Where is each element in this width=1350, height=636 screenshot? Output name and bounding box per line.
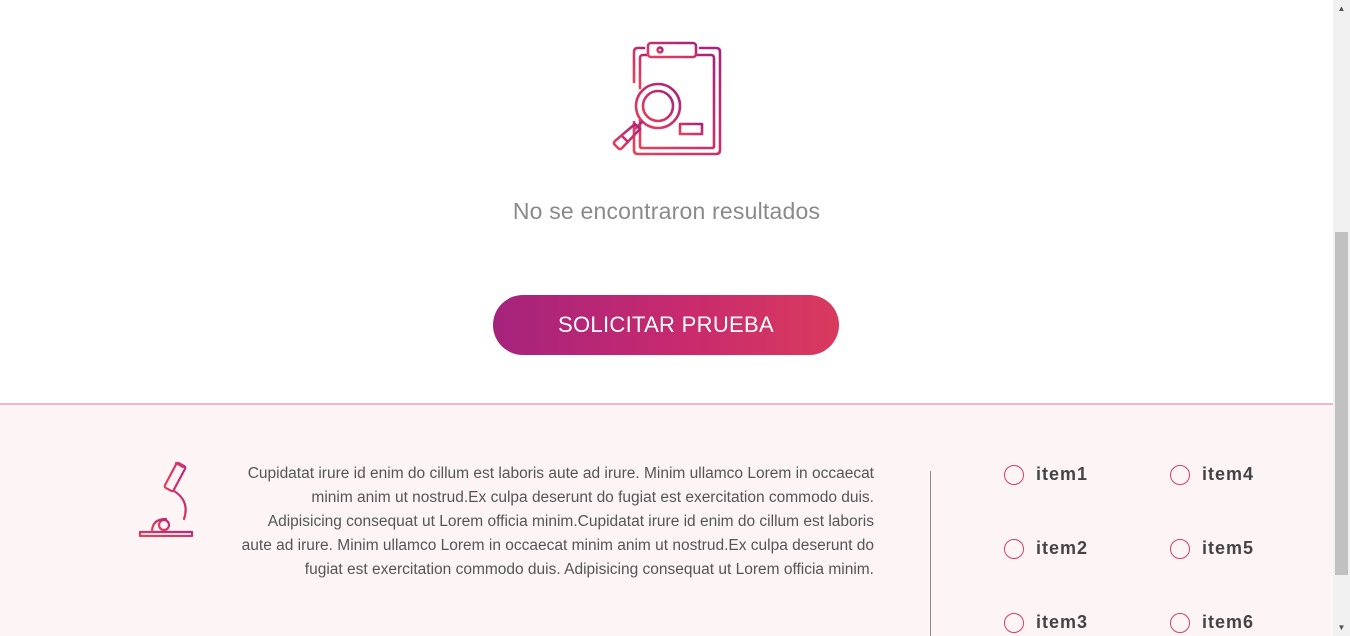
empty-state: No se encontraron resultados SOLICITAR P… (0, 0, 1333, 404)
vertical-separator (930, 471, 931, 636)
radio-button[interactable] (1170, 538, 1190, 559)
page: No se encontraron resultados SOLICITAR P… (0, 0, 1350, 636)
option-item6[interactable]: item6 (1170, 612, 1254, 633)
scroll-down-arrow-icon[interactable]: ▼ (1333, 619, 1350, 636)
scrollbar-thumb[interactable] (1335, 232, 1348, 575)
footer-description: Cupidatat irure id enim do cillum est la… (241, 465, 874, 578)
option-label: item3 (1036, 612, 1089, 632)
clipboard-search-icon (612, 41, 722, 156)
option-item5[interactable]: item5 (1170, 538, 1254, 559)
option-item4[interactable]: item4 (1170, 464, 1254, 485)
option-label: item1 (1036, 464, 1089, 484)
radio-button[interactable] (1170, 464, 1190, 485)
option-label: item6 (1202, 612, 1255, 632)
radio-button[interactable] (1004, 612, 1024, 633)
vertical-scrollbar[interactable]: ▲ ▼ (1333, 0, 1350, 636)
microscope-icon (138, 461, 194, 537)
option-item1[interactable]: item1 (1004, 464, 1088, 485)
main-content: No se encontraron resultados SOLICITAR P… (0, 0, 1333, 636)
option-item3[interactable]: item3 (1004, 612, 1088, 633)
option-label: item2 (1036, 538, 1089, 558)
request-test-button[interactable]: SOLICITAR PRUEBA (493, 295, 839, 355)
option-label: item4 (1202, 464, 1255, 484)
option-item2[interactable]: item2 (1004, 538, 1088, 559)
option-label: item5 (1202, 538, 1255, 558)
radio-button[interactable] (1170, 612, 1190, 633)
no-results-message: No se encontraron resultados (512, 198, 821, 224)
scroll-up-arrow-icon[interactable]: ▲ (1333, 0, 1350, 17)
radio-button[interactable] (1004, 538, 1024, 559)
radio-button[interactable] (1004, 464, 1024, 485)
footer-section: Cupidatat irure id enim do cillum est la… (0, 405, 1333, 636)
